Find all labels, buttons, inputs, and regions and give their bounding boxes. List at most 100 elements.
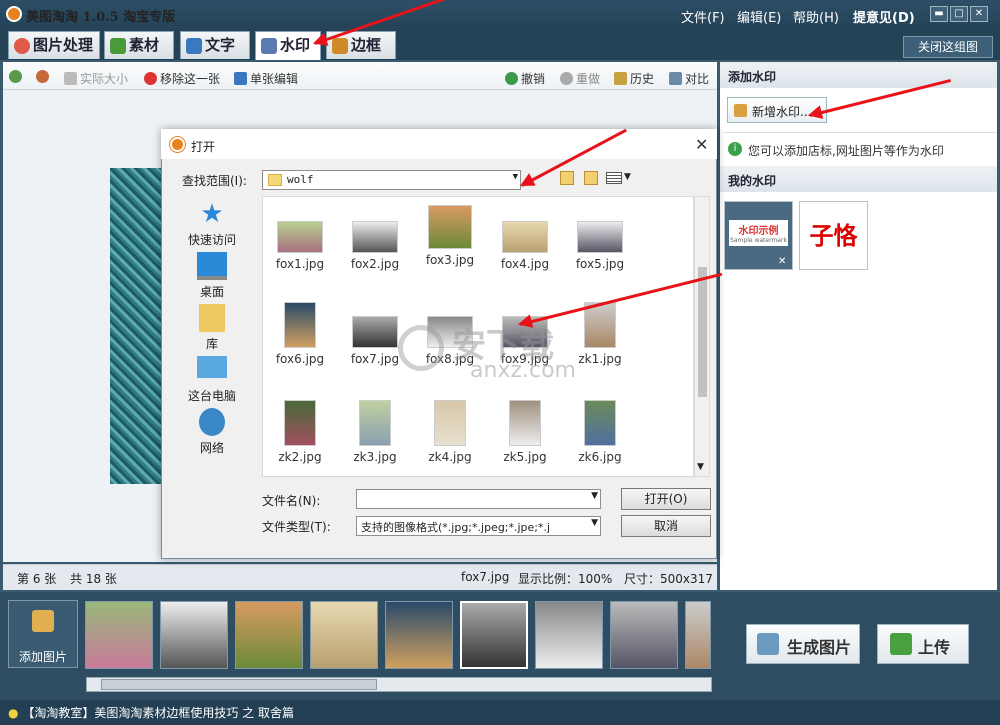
file-thumbnail (352, 316, 398, 348)
zoom-out-icon[interactable] (36, 70, 52, 84)
filmstrip-scrollbar[interactable] (86, 677, 712, 692)
add-image-label: 添加图片 (19, 650, 68, 664)
sidebar-desktop[interactable]: 桌面 (176, 252, 248, 300)
film-thumb-1[interactable] (85, 601, 153, 669)
file-item[interactable]: fox4.jpg (493, 217, 557, 271)
watermark-text-zike: 子恪 (809, 221, 858, 250)
undo-button[interactable]: 撤销 (505, 70, 545, 87)
tip-bar[interactable]: ● 【淘淘教室】美图淘淘素材边框使用技巧 之 取舍篇 (0, 700, 1000, 725)
add-watermark-label: 新增水印... (752, 105, 812, 119)
redo-button[interactable]: 重做 (560, 70, 600, 87)
site-watermark-icon (398, 325, 444, 371)
file-thumbnail (284, 400, 316, 446)
close-set-button[interactable]: 关闭这组图 (903, 36, 993, 58)
zoom-in-icon[interactable] (9, 70, 25, 84)
tab-label: 边框 (351, 36, 382, 54)
sidebar-library[interactable]: 库 (176, 304, 248, 352)
filetype-select[interactable]: 支持的图像格式(*.jpg;*.jpeg;*.jpe;*.j ▼ (356, 516, 601, 536)
actual-size-label: 实际大小 (80, 72, 129, 86)
file-item[interactable]: fox2.jpg (343, 217, 407, 271)
info-icon: i (728, 142, 742, 156)
tab-material[interactable]: 素材 (104, 31, 174, 59)
tab-label: 文字 (205, 36, 236, 54)
sidebar-this-pc[interactable]: 这台电脑 (176, 356, 248, 404)
tip-text: 【淘淘教室】美图淘淘素材边框使用技巧 之 取舍篇 (22, 706, 294, 720)
open-button[interactable]: 打开(O) (621, 488, 711, 510)
file-name: zk5.jpg (503, 450, 547, 464)
look-in-select[interactable]: wolf ▼ (262, 170, 521, 190)
site-watermark-url: anxz.com (470, 358, 576, 383)
film-thumb-5[interactable] (385, 601, 453, 669)
view-menu-icon[interactable] (606, 172, 622, 184)
file-item[interactable]: zk5.jpg (493, 400, 557, 464)
maximize-button[interactable]: □ (950, 6, 968, 22)
file-item[interactable]: fox3.jpg (418, 205, 482, 267)
material-icon (110, 38, 126, 54)
upload-button[interactable]: 上传 (877, 624, 969, 664)
dropdown-arrow-icon: ▼ (591, 491, 598, 501)
compare-button[interactable]: 对比 (669, 70, 709, 87)
sidebar-network[interactable]: 网络 (176, 408, 248, 456)
file-item[interactable]: fox5.jpg (568, 217, 632, 271)
undo-icon (505, 72, 518, 85)
file-item[interactable]: zk3.jpg (343, 400, 407, 464)
view-dropdown-icon[interactable]: ▼ (624, 172, 631, 182)
watermark-item-2[interactable]: 子恪 (799, 201, 868, 270)
menu-edit[interactable]: 编辑(E) (737, 7, 781, 26)
file-name: zk4.jpg (428, 450, 472, 464)
filetype-value: 支持的图像格式(*.jpg;*.jpeg;*.jpe;*.j (361, 521, 551, 534)
filetype-label: 文件类型(T): (262, 520, 331, 534)
close-window-button[interactable]: ✕ (970, 6, 988, 22)
film-thumb-6-selected[interactable] (460, 601, 528, 669)
menu-feedback[interactable]: 提意见(D) (853, 7, 915, 26)
generate-image-button[interactable]: 生成图片 (746, 624, 860, 664)
film-thumb-2[interactable] (160, 601, 228, 669)
file-item[interactable]: fox6.jpg (268, 302, 332, 366)
minimize-button[interactable]: ▬ (930, 6, 948, 22)
remove-button[interactable]: 移除这一张 (144, 70, 220, 87)
new-folder-icon[interactable] (584, 171, 598, 185)
film-thumb-7[interactable] (535, 601, 603, 669)
file-thumbnail (359, 400, 391, 446)
file-item[interactable]: zk6.jpg (568, 400, 632, 464)
status-total: 共 18 张 (70, 572, 117, 586)
history-button[interactable]: 历史 (614, 70, 654, 87)
current-photo (110, 168, 162, 484)
file-item[interactable]: zk2.jpg (268, 400, 332, 464)
status-zoom: 显示比例：100% (518, 572, 613, 586)
file-item[interactable]: fox7.jpg (343, 315, 407, 366)
film-thumb-3[interactable] (235, 601, 303, 669)
tab-text[interactable]: 文字 (180, 31, 250, 59)
folder-icon (268, 174, 282, 186)
tab-label: 水印 (280, 36, 311, 54)
file-list-scrollbar[interactable]: ▼ (694, 196, 710, 477)
tab-watermark[interactable]: 水印 (255, 31, 321, 60)
file-name: fox4.jpg (500, 257, 550, 271)
file-item[interactable]: fox1.jpg (268, 217, 332, 271)
tab-label: 图片处理 (33, 36, 94, 54)
filename-input[interactable]: ▼ (356, 489, 601, 509)
single-edit-label: 单张编辑 (250, 72, 299, 86)
history-label: 历史 (630, 72, 655, 86)
sidebar-label: 库 (205, 337, 218, 351)
menu-help[interactable]: 帮助(H) (793, 7, 839, 26)
file-thumbnail (577, 221, 623, 253)
network-icon (199, 408, 225, 436)
redo-label: 重做 (576, 72, 601, 86)
add-folder-icon (32, 610, 54, 632)
dialog-close-icon[interactable]: ✕ (695, 135, 708, 154)
file-item[interactable]: zk4.jpg (418, 400, 482, 464)
actual-size-button[interactable]: 实际大小 (64, 70, 128, 87)
up-folder-icon[interactable] (560, 171, 574, 185)
tab-image-process[interactable]: 图片处理 (8, 31, 100, 59)
film-thumb-8[interactable] (610, 601, 678, 669)
single-edit-button[interactable]: 单张编辑 (234, 70, 298, 87)
film-thumb-9[interactable] (685, 601, 711, 669)
cancel-button[interactable]: 取消 (621, 515, 711, 537)
remove-icon (144, 72, 157, 85)
menu-file[interactable]: 文件(F) (681, 7, 725, 26)
sidebar-quick-access[interactable]: ★ 快速访问 (176, 200, 248, 248)
sidebar-label: 网络 (199, 441, 224, 455)
delete-watermark-icon[interactable]: ✕ (778, 256, 786, 267)
film-thumb-4[interactable] (310, 601, 378, 669)
